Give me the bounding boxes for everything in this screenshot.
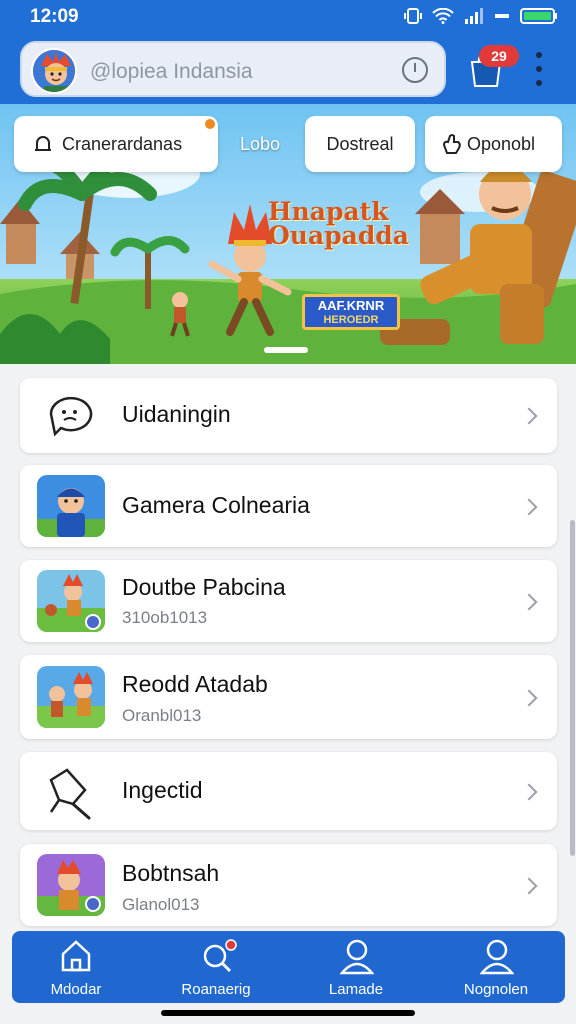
more-options-icon[interactable] xyxy=(534,52,544,86)
bottom-nav: Mdodar Roanaerig Lamade Nognolen xyxy=(12,931,565,1003)
scrollbar[interactable] xyxy=(570,520,575,856)
banner-chip-label: Cranerardanas xyxy=(62,133,183,154)
bell-icon xyxy=(35,136,51,151)
promo-banner[interactable]: Cranerardanas Lobo Dostreal Oponobl Hnap… xyxy=(0,104,576,364)
vibrate-icon xyxy=(404,8,422,24)
status-icons xyxy=(404,7,558,25)
status-bar: 12:09 xyxy=(0,0,576,34)
chevron-right-icon xyxy=(520,689,538,707)
chat-bubble-icon xyxy=(49,396,93,437)
chevron-right-icon xyxy=(520,407,538,425)
notification-badge: 29 xyxy=(479,45,519,67)
list-item-title: Bobtnsah xyxy=(122,860,220,886)
banner-title: Hnapatk Ouapadda xyxy=(268,197,409,250)
search-icon xyxy=(203,939,237,973)
nav-item-home[interactable]: Mdodar xyxy=(16,931,136,1003)
home-indicator[interactable] xyxy=(161,1010,415,1016)
status-time: 12:09 xyxy=(30,6,79,27)
list-item-title: Uidaningin xyxy=(122,401,231,427)
person-icon xyxy=(340,939,374,975)
list-item[interactable]: Gamera Colnearia xyxy=(20,465,557,547)
list-item[interactable]: Ingectid xyxy=(20,752,557,830)
list-item-title: Doutbe Pabcina xyxy=(122,574,286,600)
list-item[interactable]: Doutbe Pabcina 310ob1013 xyxy=(20,560,557,642)
minus-icon xyxy=(495,14,509,18)
nav-item-profile[interactable]: Nognolen xyxy=(436,931,556,1003)
banner-chip-label: Dostreal xyxy=(326,133,394,154)
list-item-title: Reodd Atadab xyxy=(122,671,268,697)
list-item-subtitle: 310ob1013 xyxy=(122,608,208,627)
home-icon xyxy=(61,940,91,972)
banner-chip-dot xyxy=(205,119,215,129)
avatar-character-image xyxy=(33,50,75,92)
carousel-indicator[interactable] xyxy=(264,347,308,353)
list-item[interactable]: Bobtnsah Glanol013 xyxy=(20,844,557,926)
banner-sign: AAF.KRNR HEROEDR xyxy=(302,294,400,330)
search-bar[interactable]: @lopiea Indansia xyxy=(20,41,446,97)
wifi-icon xyxy=(432,8,454,24)
profile-icon xyxy=(480,939,514,975)
list-item-subtitle: Glanol013 xyxy=(122,895,200,914)
nav-item-person[interactable]: Lamade xyxy=(296,931,416,1003)
chevron-right-icon xyxy=(520,783,538,801)
avatar[interactable] xyxy=(31,48,77,94)
banner-chip-label: Oponobl xyxy=(467,133,536,154)
list-item-subtitle: Oranbl013 xyxy=(122,706,202,725)
search-input[interactable]: @lopiea Indansia xyxy=(90,60,253,84)
nav-label: Mdodar xyxy=(50,981,102,998)
nav-label: Lamade xyxy=(328,981,384,998)
banner-chip-3[interactable]: Oponobl xyxy=(425,116,562,172)
app-header: 12:09 @lopiea Indansia 29 xyxy=(0,0,576,104)
list-item[interactable]: Uidaningin xyxy=(20,378,557,453)
game-thumbnail xyxy=(37,570,105,632)
game-thumbnail xyxy=(37,854,105,916)
pen-icon xyxy=(49,768,91,820)
hand-icon xyxy=(442,134,461,154)
banner-chip-1[interactable]: Lobo xyxy=(240,134,280,155)
chevron-right-icon xyxy=(520,877,538,895)
list-item-title: Ingectid xyxy=(122,777,203,803)
nav-label: Nognolen xyxy=(463,981,529,998)
banner-chip-0[interactable]: Cranerardanas xyxy=(14,116,218,172)
game-thumbnail xyxy=(37,475,105,537)
banner-chip-2[interactable]: Dostreal xyxy=(305,116,415,172)
list-item[interactable]: Reodd Atadab Oranbl013 xyxy=(20,655,557,739)
nav-label: Roanaerig xyxy=(181,981,251,998)
chevron-right-icon xyxy=(520,593,538,611)
nav-item-search[interactable]: Roanaerig xyxy=(156,931,276,1003)
game-thumbnail xyxy=(37,666,105,728)
chevron-right-icon xyxy=(520,498,538,516)
signal-icon xyxy=(465,8,483,24)
list-item-title: Gamera Colnearia xyxy=(122,492,310,518)
clock-icon[interactable] xyxy=(402,57,428,83)
battery-icon xyxy=(520,8,557,24)
